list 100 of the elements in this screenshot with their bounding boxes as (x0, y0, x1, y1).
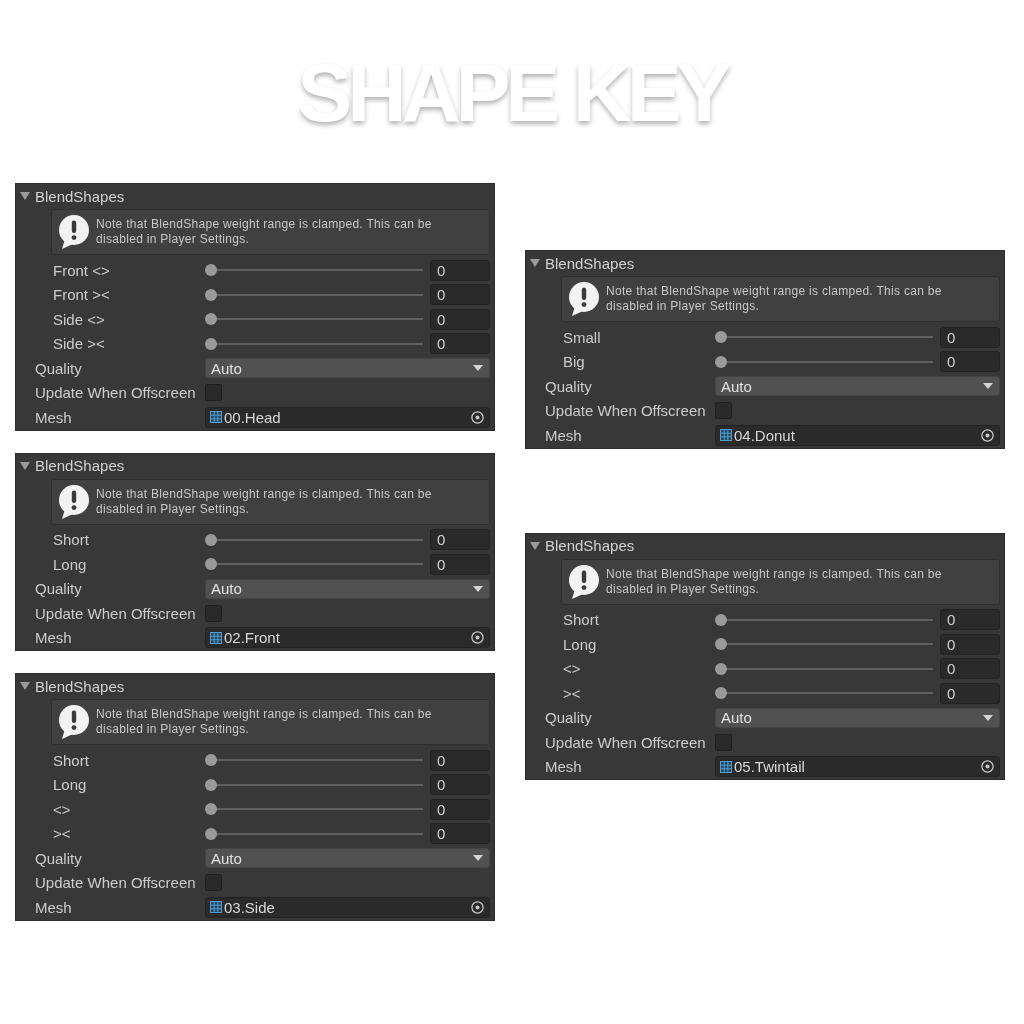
help-text: Note that BlendShape weight range is clamped. This can be disabled in Player Settings. (96, 217, 433, 247)
field-label: Mesh (544, 758, 583, 776)
checkbox[interactable] (715, 402, 732, 420)
number-field[interactable]: 0 (940, 658, 1000, 680)
field-label: Mesh (34, 898, 73, 916)
field-label: Update When Offscreen (544, 402, 707, 420)
number-field[interactable]: 0 (430, 774, 490, 796)
number-field[interactable]: 0 (430, 284, 490, 306)
caret-icon[interactable] (530, 540, 540, 551)
field-label: Quality (34, 359, 83, 377)
shape-label: Long (52, 555, 88, 573)
foldout-label[interactable]: BlendShapes (545, 537, 635, 554)
caret-icon (473, 585, 483, 592)
target-icon[interactable] (471, 410, 484, 424)
slider-thumb[interactable] (205, 313, 217, 326)
grid-icon (720, 760, 732, 773)
slider-thumb[interactable] (715, 662, 727, 675)
shape-label: Short (52, 531, 90, 549)
field-label: Mesh (34, 408, 73, 426)
target-icon[interactable] (981, 428, 994, 442)
caret-icon[interactable] (20, 460, 30, 471)
caret-icon (983, 714, 993, 721)
slider-thumb[interactable] (205, 803, 217, 816)
slider-thumb[interactable] (205, 558, 217, 571)
slider-thumb[interactable] (205, 288, 217, 301)
shape-label: >< (562, 684, 582, 702)
number-field[interactable]: 0 (430, 529, 490, 551)
mesh-field[interactable]: 04.Donut (715, 424, 1000, 446)
number-field[interactable]: 0 (430, 823, 490, 845)
checkbox[interactable] (715, 733, 732, 751)
caret-icon (473, 365, 483, 372)
field-label: Quality (34, 580, 83, 598)
number-field[interactable]: 0 (430, 333, 490, 355)
exclamation-bubble-icon (568, 282, 600, 316)
shape-label: Small (562, 328, 602, 346)
mesh-field[interactable]: 05.Twintail (715, 756, 1000, 778)
field-label: Update When Offscreen (34, 604, 197, 622)
checkbox[interactable] (205, 874, 222, 892)
grid-icon (210, 411, 222, 424)
number-field[interactable]: 0 (940, 609, 1000, 631)
field-label: Update When Offscreen (544, 733, 707, 751)
slider-thumb[interactable] (715, 687, 727, 700)
foldout-label[interactable]: BlendShapes (35, 677, 125, 695)
number-field[interactable]: 0 (940, 682, 1000, 704)
slider-thumb[interactable] (205, 754, 217, 767)
number-field[interactable]: 0 (940, 351, 1000, 373)
slider-thumb[interactable] (715, 331, 727, 344)
help-text: Note that BlendShape weight range is clamped. This can be disabled in Player Settings. (606, 284, 943, 314)
mesh-field[interactable]: 03.Side (205, 896, 490, 918)
foldout-label[interactable]: BlendShapes (35, 457, 125, 474)
grid-icon (210, 631, 222, 644)
quality-dropdown[interactable]: Auto (205, 578, 490, 599)
help-text: Note that BlendShape weight range is clamped. This can be disabled in Player Settings. (96, 486, 433, 517)
caret-icon (983, 383, 993, 390)
foldout-label[interactable]: BlendShapes (35, 187, 125, 205)
shape-label: Short (562, 611, 600, 629)
number-field[interactable]: 0 (430, 259, 490, 281)
number-field[interactable]: 0 (430, 749, 490, 771)
shape-label: >< (52, 825, 72, 843)
slider-thumb[interactable] (715, 613, 727, 626)
slider-thumb[interactable] (205, 827, 217, 840)
slider-thumb[interactable] (205, 264, 217, 277)
number-field[interactable]: 0 (430, 308, 490, 330)
caret-icon[interactable] (20, 681, 30, 691)
field-label: Quality (544, 709, 593, 727)
target-icon[interactable] (471, 900, 484, 914)
slider-thumb[interactable] (205, 337, 217, 350)
shape-label: Short (52, 751, 90, 769)
quality-dropdown[interactable]: Auto (205, 358, 490, 379)
caret-icon[interactable] (530, 258, 540, 268)
slider-thumb[interactable] (715, 355, 727, 368)
mesh-field[interactable]: 00.Head (205, 406, 490, 428)
quality-dropdown[interactable]: Auto (205, 848, 490, 869)
target-icon[interactable] (981, 760, 994, 774)
exclamation-bubble-icon (58, 215, 90, 249)
target-icon[interactable] (471, 631, 484, 645)
field-label: Quality (544, 377, 593, 395)
number-field[interactable]: 0 (940, 633, 1000, 655)
checkbox[interactable] (205, 604, 222, 622)
help-text: Note that BlendShape weight range is clamped. This can be disabled in Player Settings. (96, 707, 433, 737)
slider-thumb[interactable] (715, 638, 727, 651)
field-label: Quality (34, 849, 83, 867)
quality-dropdown[interactable]: Auto (715, 376, 1000, 397)
slider-thumb[interactable] (205, 533, 217, 546)
help-text: Note that BlendShape weight range is clamped. This can be disabled in Player Settings. (606, 566, 943, 597)
number-field[interactable]: 0 (430, 798, 490, 820)
mesh-field[interactable]: 02.Front (205, 627, 490, 649)
checkbox[interactable] (205, 384, 222, 402)
slider-thumb[interactable] (205, 778, 217, 791)
number-field[interactable]: 0 (430, 553, 490, 575)
grid-icon (210, 901, 222, 914)
caret-icon (473, 855, 483, 862)
shape-label: Side >< (52, 335, 106, 353)
caret-icon[interactable] (20, 191, 30, 201)
quality-dropdown[interactable]: Auto (715, 707, 1000, 728)
number-field[interactable]: 0 (940, 326, 1000, 348)
field-label: Update When Offscreen (34, 384, 197, 402)
foldout-label[interactable]: BlendShapes (545, 254, 635, 272)
shape-label: <> (562, 660, 582, 678)
shape-label: Long (562, 635, 598, 653)
